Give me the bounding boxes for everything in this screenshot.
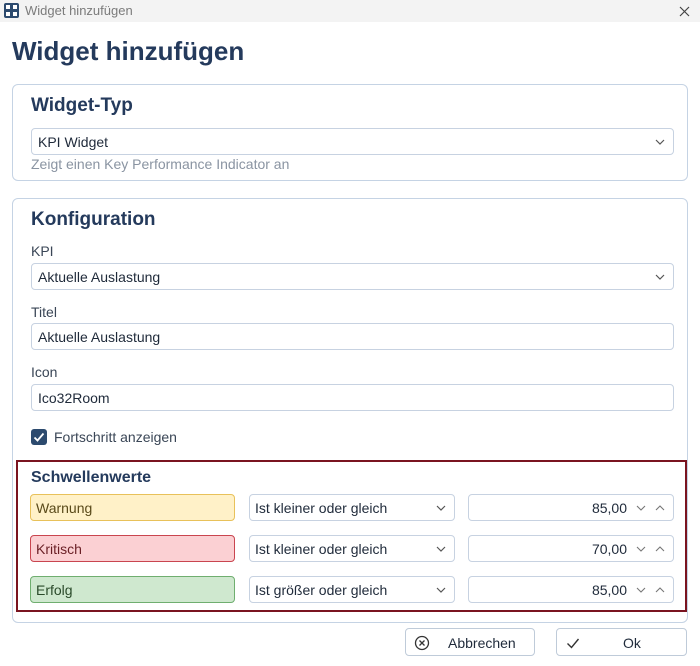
threshold-warning-badge[interactable]: Warnung (30, 494, 235, 521)
window-title: Widget hinzufügen (25, 3, 133, 18)
progress-checkbox-label: Fortschritt anzeigen (54, 429, 177, 445)
icon-label: Icon (31, 364, 58, 380)
threshold-critical-operator[interactable]: Ist kleiner oder gleich (249, 535, 455, 562)
numeric-value: 85,00 (591, 582, 627, 598)
cancel-button[interactable]: Abbrechen (405, 628, 535, 656)
checkmark-icon (33, 432, 45, 442)
chevron-up-icon[interactable] (655, 585, 665, 595)
cancel-button-label: Abbrechen (448, 635, 516, 651)
kpi-label: KPI (31, 243, 54, 259)
widget-type-title: Widget-Typ (31, 95, 133, 116)
title-input[interactable]: Aktuelle Auslastung (31, 323, 674, 350)
ok-button-label: Ok (623, 635, 641, 651)
cancel-circle-icon (414, 635, 430, 651)
thresholds-section: Schwellenwerte Warnung Ist kleiner oder … (16, 460, 687, 612)
chevron-down-icon (436, 587, 446, 593)
widget-type-dropdown[interactable]: KPI Widget (31, 128, 674, 155)
chevron-up-icon[interactable] (655, 544, 665, 554)
thresholds-title: Schwellenwerte (31, 469, 152, 486)
operator-value: Ist kleiner oder gleich (255, 499, 388, 516)
chevron-down-icon[interactable] (636, 544, 646, 554)
widget-type-panel: Widget-Typ KPI Widget Zeigt einen Key Pe… (12, 84, 688, 181)
threshold-success-operator[interactable]: Ist größer oder gleich (249, 576, 455, 603)
operator-value: Ist größer oder gleich (255, 581, 388, 598)
threshold-critical-value[interactable]: 70,00 (468, 535, 674, 562)
close-icon (679, 6, 689, 16)
chevron-down-icon (436, 505, 446, 511)
threshold-success-badge[interactable]: Erfolg (30, 576, 235, 603)
chevron-down-icon[interactable] (636, 585, 646, 595)
widget-type-hint: Zeigt einen Key Performance Indicator an (31, 156, 290, 172)
ok-button[interactable]: Ok (556, 628, 687, 656)
progress-checkbox[interactable] (31, 429, 47, 445)
app-grid-icon (4, 3, 19, 18)
close-button[interactable] (668, 0, 700, 22)
threshold-warning-value[interactable]: 85,00 (468, 494, 674, 521)
icon-input-value: Ico32Room (38, 389, 110, 406)
kpi-dropdown[interactable]: Aktuelle Auslastung (31, 263, 674, 290)
chevron-down-icon (436, 546, 446, 552)
chevron-down-icon (655, 274, 665, 280)
title-bar: Widget hinzufügen (0, 0, 700, 22)
checkmark-icon (567, 638, 580, 649)
threshold-warning-operator[interactable]: Ist kleiner oder gleich (249, 494, 455, 521)
page-title: Widget hinzufügen (12, 36, 245, 66)
icon-input[interactable]: Ico32Room (31, 384, 674, 411)
title-input-value: Aktuelle Auslastung (38, 328, 161, 345)
kpi-value: Aktuelle Auslastung (38, 268, 161, 285)
numeric-value: 70,00 (591, 541, 627, 557)
operator-value: Ist kleiner oder gleich (255, 540, 388, 557)
chevron-down-icon (655, 139, 665, 145)
chevron-down-icon[interactable] (636, 503, 646, 513)
widget-type-value: KPI Widget (38, 133, 109, 150)
threshold-success-value[interactable]: 85,00 (468, 576, 674, 603)
threshold-critical-badge[interactable]: Kritisch (30, 535, 235, 562)
chevron-up-icon[interactable] (655, 503, 665, 513)
configuration-title: Konfiguration (31, 209, 156, 230)
numeric-value: 85,00 (591, 500, 627, 516)
title-label: Titel (31, 304, 57, 320)
